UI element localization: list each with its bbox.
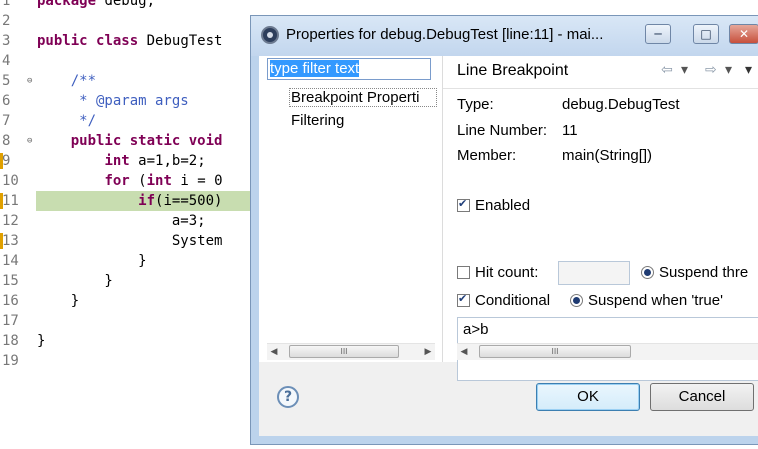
view-menu-icon[interactable]: ▾ xyxy=(745,62,752,78)
line-number: 19 xyxy=(2,353,19,369)
line-number: 6 xyxy=(2,93,11,109)
code-text: /** xyxy=(37,73,97,89)
enabled-checkbox[interactable] xyxy=(457,197,470,212)
member-label: Member: xyxy=(457,147,517,164)
line-number: 15 xyxy=(2,273,19,289)
enabled-label: Enabled xyxy=(475,197,531,214)
code-text: package debug; xyxy=(37,0,156,9)
fold-toggle-icon[interactable]: ⊖ xyxy=(27,131,32,151)
hit-count-row[interactable]: Hit count: xyxy=(457,264,538,284)
back-arrow-icon[interactable]: ⇦ xyxy=(661,62,673,78)
category-tree-panel: type filter text Breakpoint Properti Fil… xyxy=(259,56,443,362)
minimize-button[interactable]: ─ xyxy=(645,24,671,44)
line-number: 11 xyxy=(2,193,19,209)
line-number: 17 xyxy=(2,313,19,329)
line-number: 3 xyxy=(2,33,11,49)
forward-menu-icon[interactable]: ▾ xyxy=(725,62,732,78)
hit-count-label: Hit count: xyxy=(475,264,539,281)
code-text: a=3; xyxy=(171,213,206,229)
line-number: 18 xyxy=(2,333,19,349)
code-text: public static void xyxy=(70,133,223,149)
cancel-button[interactable]: Cancel xyxy=(650,383,754,411)
hit-count-checkbox[interactable] xyxy=(457,266,470,279)
filter-input[interactable]: type filter text xyxy=(267,58,431,80)
fold-toggle-icon[interactable]: ⊖ xyxy=(27,71,32,91)
code-line[interactable]: 1 package debug; xyxy=(0,0,758,11)
forward-arrow-icon[interactable]: ⇨ xyxy=(705,62,717,78)
hit-count-input[interactable] xyxy=(558,261,630,285)
condition-horizontal-scrollbar[interactable]: ◀ III ▶ xyxy=(457,343,758,360)
code-text: } xyxy=(37,333,46,349)
suspend-when-true-radio[interactable] xyxy=(570,294,583,307)
tree-item-filtering[interactable]: Filtering xyxy=(291,112,344,129)
suspend-thread-radio[interactable] xyxy=(641,266,654,279)
line-number: 8 xyxy=(2,133,11,149)
line-number: 12 xyxy=(2,213,19,229)
line-number: 7 xyxy=(2,113,11,129)
condition-scroll-left-icon[interactable]: ◀ xyxy=(457,344,471,360)
line-number-value: 11 xyxy=(562,122,578,139)
code-text: * @param args xyxy=(37,93,189,109)
line-number: 1 xyxy=(2,0,11,9)
dialog-titlebar[interactable]: Properties for debug.DebugTest [line:11]… xyxy=(251,16,758,56)
code-text: public class DebugTest xyxy=(37,33,223,49)
suspend-thread-radio-row[interactable]: Suspend thre xyxy=(641,264,758,284)
suspend-when-true-row[interactable]: Suspend when 'true' xyxy=(570,292,758,312)
line-number: 5 xyxy=(2,73,11,89)
line-number: 14 xyxy=(2,253,19,269)
line-number: 16 xyxy=(2,293,19,309)
filter-input-text: type filter text xyxy=(270,60,360,77)
line-number-label: Line Number: xyxy=(457,122,548,139)
line-number: 13 xyxy=(2,233,19,249)
property-page: Line Breakpoint ⇦ ▾ ⇨ ▾ ▾ Type: debug.De… xyxy=(443,56,758,381)
enabled-checkbox-row[interactable]: Enabled xyxy=(457,197,530,217)
condition-scroll-thumb[interactable]: III xyxy=(479,345,631,358)
code-text: } xyxy=(37,293,80,309)
help-icon[interactable]: ? xyxy=(277,386,299,408)
code-text: } xyxy=(37,273,113,289)
properties-dialog: Properties for debug.DebugTest [line:11]… xyxy=(250,15,758,445)
ok-button[interactable]: OK xyxy=(536,383,640,411)
code-text: int a=1,b=2; xyxy=(104,153,206,169)
maximize-button[interactable]: □ xyxy=(693,24,719,44)
conditional-label: Conditional xyxy=(475,292,551,309)
line-number: 4 xyxy=(2,53,11,69)
condition-text: a>b xyxy=(463,321,489,338)
conditional-checkbox-row[interactable]: Conditional xyxy=(457,292,550,312)
dialog-client-area: type filter text Breakpoint Properti Fil… xyxy=(259,56,758,436)
suspend-when-true-label: Suspend when 'true' xyxy=(588,292,723,309)
type-value: debug.DebugTest xyxy=(562,96,680,113)
scroll-left-arrow-icon[interactable]: ◀ xyxy=(267,344,281,360)
line-number: 9 xyxy=(2,153,11,169)
back-menu-icon[interactable]: ▾ xyxy=(681,62,688,78)
line-number: 10 xyxy=(2,173,19,189)
code-text: System xyxy=(171,233,223,249)
scroll-right-arrow-icon[interactable]: ▶ xyxy=(421,344,435,360)
scroll-thumb[interactable]: III xyxy=(289,345,399,358)
suspend-thread-label: Suspend thre xyxy=(659,264,749,281)
type-label: Type: xyxy=(457,96,494,113)
dialog-title: Properties for debug.DebugTest [line:11]… xyxy=(286,26,604,43)
member-value: main(String[]) xyxy=(562,147,653,164)
page-header: Line Breakpoint ⇦ ▾ ⇨ ▾ ▾ xyxy=(443,56,758,89)
close-button[interactable]: ✕ xyxy=(729,24,758,44)
eclipse-icon xyxy=(261,26,279,44)
page-title: Line Breakpoint xyxy=(457,62,569,79)
conditional-checkbox[interactable] xyxy=(457,292,470,307)
line-number: 2 xyxy=(2,13,11,29)
code-text: */ xyxy=(37,113,97,129)
code-text: } xyxy=(37,253,147,269)
code-text: if(i==500) xyxy=(138,193,223,209)
tree-item-breakpoint-properties[interactable]: Breakpoint Properti xyxy=(289,88,437,107)
tree-horizontal-scrollbar[interactable]: ◀ III ▶ xyxy=(267,343,435,360)
code-text: for (int i = 0 xyxy=(104,173,223,189)
